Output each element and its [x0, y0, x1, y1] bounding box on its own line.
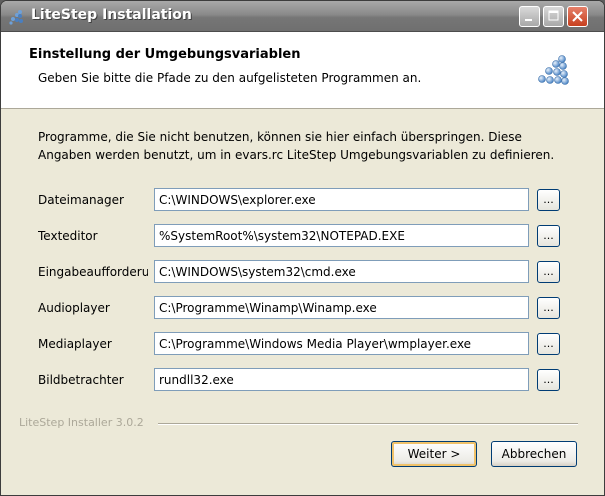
field-row-texteditor: Texteditor ... [1, 224, 604, 248]
intro-text: Programme, die Sie nicht benutzen, könne… [38, 130, 555, 162]
minimize-icon [525, 19, 532, 21]
litestep-logo-icon [538, 55, 569, 85]
texteditor-input[interactable] [154, 224, 529, 247]
field-label: Dateimanager [38, 193, 124, 207]
field-row-bildbetrachter: Bildbetrachter ... [1, 368, 604, 392]
browse-dateimanager-button[interactable]: ... [537, 189, 560, 211]
maximize-icon [548, 10, 559, 21]
browse-eingabeaufforderung-button[interactable]: ... [537, 261, 560, 283]
version-label: LiteStep Installer 3.0.2 [19, 416, 144, 429]
cancel-button[interactable]: Abbrechen [491, 441, 577, 467]
browse-mediaplayer-button[interactable]: ... [537, 333, 560, 355]
audioplayer-input[interactable] [154, 296, 529, 319]
footer-divider [158, 423, 578, 425]
field-row-dateimanager: Dateimanager ... [1, 188, 604, 212]
dateimanager-input[interactable] [154, 188, 529, 211]
browse-audioplayer-button[interactable]: ... [537, 297, 560, 319]
browse-texteditor-button[interactable]: ... [537, 225, 560, 247]
field-row-eingabeaufforderung: Eingabeaufforderung ... [1, 260, 604, 284]
field-label: Texteditor [38, 229, 98, 243]
field-label: Audioplayer [38, 301, 110, 315]
field-label: Mediaplayer [38, 337, 112, 351]
mediaplayer-input[interactable] [154, 332, 529, 355]
field-label: Eingabeaufforderung [38, 265, 148, 279]
eingabeaufforderung-input[interactable] [154, 260, 529, 283]
installer-window: LiteStep Installation Einstellung der Um… [0, 0, 605, 496]
minimize-button[interactable] [519, 6, 540, 27]
close-icon [572, 11, 583, 22]
wizard-header: Einstellung der Umgebungsvariablen Geben… [1, 32, 604, 109]
field-row-mediaplayer: Mediaplayer ... [1, 332, 604, 356]
page-subtitle: Geben Sie bitte die Pfade zu den aufgeli… [38, 71, 422, 85]
close-button[interactable] [567, 6, 588, 27]
field-label: Bildbetrachter [38, 373, 124, 387]
field-row-audioplayer: Audioplayer ... [1, 296, 604, 320]
title-bar[interactable]: LiteStep Installation [1, 1, 604, 32]
page-title: Einstellung der Umgebungsvariablen [29, 47, 301, 62]
app-icon [9, 10, 23, 25]
next-button[interactable]: Weiter > [391, 441, 477, 467]
bildbetrachter-input[interactable] [154, 368, 529, 391]
maximize-button[interactable] [543, 6, 564, 27]
window-title: LiteStep Installation [31, 7, 192, 23]
browse-bildbetrachter-button[interactable]: ... [537, 369, 560, 391]
